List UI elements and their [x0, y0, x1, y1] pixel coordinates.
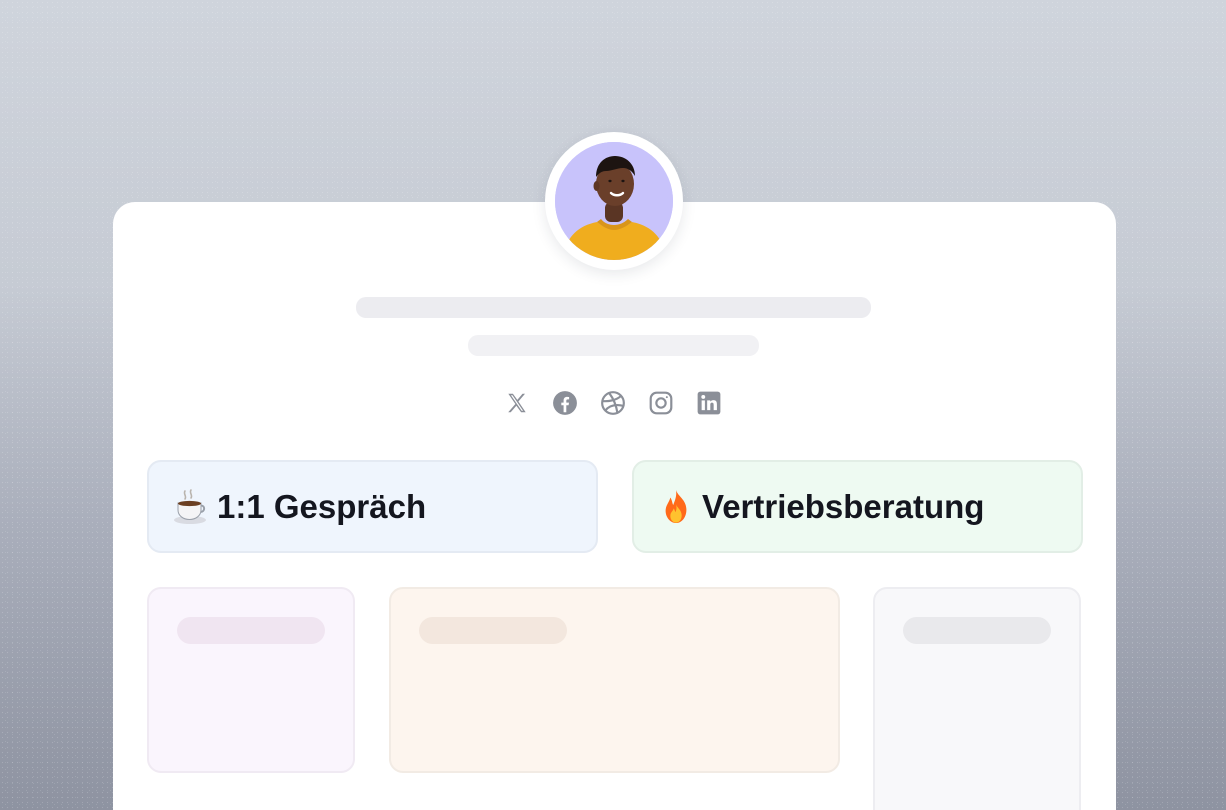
name-placeholder	[356, 297, 871, 318]
event-label: 1:1 Gespräch	[217, 487, 427, 525]
coffee-cup-icon	[173, 487, 209, 527]
fire-icon	[658, 487, 694, 527]
dribbble-icon[interactable]	[599, 389, 627, 417]
placeholder-pill	[419, 617, 567, 644]
x-icon[interactable]	[503, 389, 531, 417]
bio-placeholder	[468, 335, 759, 356]
person-avatar-icon	[555, 142, 673, 260]
placeholder-tile	[389, 587, 840, 773]
profile-card: 1:1 Gespräch Vertriebsberatung	[113, 202, 1116, 810]
placeholder-tile	[147, 587, 355, 773]
social-links	[503, 388, 723, 418]
event-type-one-on-one[interactable]: 1:1 Gespräch	[147, 460, 598, 553]
placeholder-pill	[903, 617, 1051, 644]
avatar	[555, 142, 673, 260]
event-type-sales-consultation[interactable]: Vertriebsberatung	[632, 460, 1083, 553]
linkedin-icon[interactable]	[695, 389, 723, 417]
avatar-frame	[545, 132, 683, 270]
placeholder-pill	[177, 617, 325, 644]
instagram-icon[interactable]	[647, 389, 675, 417]
facebook-icon[interactable]	[551, 389, 579, 417]
placeholder-tile	[873, 587, 1081, 810]
event-label: Vertriebsberatung	[702, 487, 985, 525]
